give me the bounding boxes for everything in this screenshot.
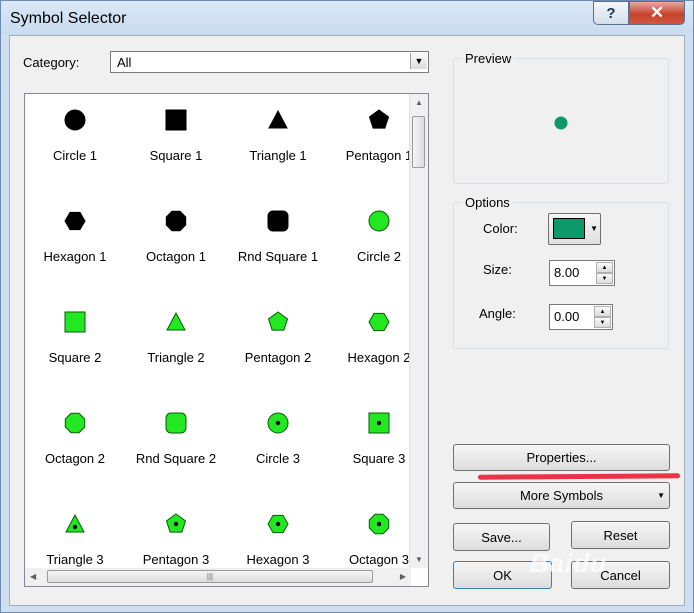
symbol-cell[interactable]: Rnd Square 2 [126, 397, 226, 466]
reset-button[interactable]: Reset [571, 521, 670, 549]
category-label: Category: [23, 55, 80, 70]
chevron-down-icon[interactable]: ▼ [410, 53, 427, 69]
symbol-cell[interactable]: Square 1 [126, 94, 226, 163]
symbol-cell[interactable]: Circle 1 [25, 94, 125, 163]
circle-icon [64, 109, 86, 131]
angle-up-icon[interactable]: ▲ [594, 306, 611, 317]
symbol-cell[interactable]: Triangle 1 [228, 94, 328, 163]
size-label: Size: [483, 262, 512, 277]
size-down-icon[interactable]: ▼ [596, 273, 613, 284]
save-button[interactable]: Save... [453, 523, 550, 551]
pentagon-icon [267, 311, 289, 331]
scroll-left-icon[interactable]: ◀ [30, 572, 36, 581]
scroll-right-icon[interactable]: ▶ [400, 572, 406, 581]
vertical-scrollbar[interactable]: ▲ ▼ [409, 94, 428, 568]
hexagon-icon [267, 514, 289, 534]
preview-group: Preview [453, 51, 669, 184]
title-bar[interactable]: Symbol Selector ? ✕ [1, 1, 693, 35]
symbol-cell[interactable]: Hexagon 1 [25, 195, 125, 264]
more-symbols-label: More Symbols [519, 488, 604, 503]
symbol-cell[interactable]: Octagon 2 [25, 397, 125, 466]
color-label: Color: [483, 221, 518, 236]
size-up-icon[interactable]: ▲ [596, 262, 613, 273]
more-symbols-button[interactable]: More Symbols ▼ [453, 482, 670, 509]
octagon-icon [165, 210, 187, 232]
pentagon-icon [368, 109, 390, 129]
symbol-cell[interactable]: Triangle 3 [25, 498, 125, 567]
symbol-cell[interactable]: Pentagon 2 [228, 296, 328, 365]
symbol-cell[interactable]: Hexagon 3 [228, 498, 328, 567]
symbol-cell[interactable]: Triangle 2 [126, 296, 226, 365]
preview-label: Preview [462, 51, 515, 66]
triangle-icon [268, 109, 288, 129]
category-dropdown[interactable]: All ▼ [110, 51, 429, 73]
category-value: All [117, 55, 132, 70]
square-icon [165, 109, 187, 131]
hexagon-icon [368, 312, 390, 332]
angle-label: Angle: [479, 306, 516, 321]
close-button[interactable]: ✕ [629, 1, 685, 25]
horizontal-scrollbar[interactable]: ◀ ||| ▶ [25, 568, 411, 586]
options-label: Options [462, 195, 513, 210]
chevron-down-icon: ▼ [657, 491, 665, 500]
window-title: Symbol Selector [10, 10, 127, 27]
horizontal-scroll-thumb[interactable]: ||| [47, 570, 373, 583]
color-picker-button[interactable]: ▼ [548, 213, 601, 245]
symbol-list[interactable]: Circle 1 Square 1 Triangle 1 Pentagon 1 Hexa… [24, 93, 429, 587]
triangle-icon [166, 311, 186, 331]
angle-stepper[interactable]: 0.00 ▲ ▼ [549, 304, 613, 330]
watermark: Baidu [530, 548, 608, 578]
properties-button[interactable]: Properties... [453, 444, 670, 471]
octagon-icon [368, 513, 390, 535]
help-button[interactable]: ? [593, 1, 629, 25]
size-stepper[interactable]: 8.00 ▲ ▼ [549, 260, 615, 286]
rndsquare-icon [165, 412, 187, 434]
scroll-up-icon[interactable]: ▲ [415, 98, 423, 107]
symbol-cell[interactable]: Pentagon 3 [126, 498, 226, 567]
scroll-down-icon[interactable]: ▼ [415, 555, 423, 564]
octagon-icon [64, 412, 86, 434]
size-value[interactable]: 8.00 [554, 265, 579, 280]
chevron-down-icon: ▼ [590, 224, 598, 233]
symbol-cell[interactable]: Circle 3 [228, 397, 328, 466]
color-swatch [553, 218, 585, 239]
preview-circle-icon [554, 116, 568, 130]
symbol-cell[interactable]: Square 2 [25, 296, 125, 365]
angle-down-icon[interactable]: ▼ [594, 317, 611, 328]
square-icon [368, 412, 390, 434]
angle-value[interactable]: 0.00 [554, 309, 579, 324]
symbol-cell[interactable]: Rnd Square 1 [228, 195, 328, 264]
hexagon-icon [64, 211, 86, 231]
square-icon [64, 311, 86, 333]
pentagon-icon [165, 513, 187, 533]
symbol-cell[interactable]: Octagon 1 [126, 195, 226, 264]
triangle-icon [65, 513, 85, 533]
rndsquare-icon [267, 210, 289, 232]
circle-icon [267, 412, 289, 434]
vertical-scroll-thumb[interactable] [412, 116, 425, 168]
circle-icon [368, 210, 390, 232]
